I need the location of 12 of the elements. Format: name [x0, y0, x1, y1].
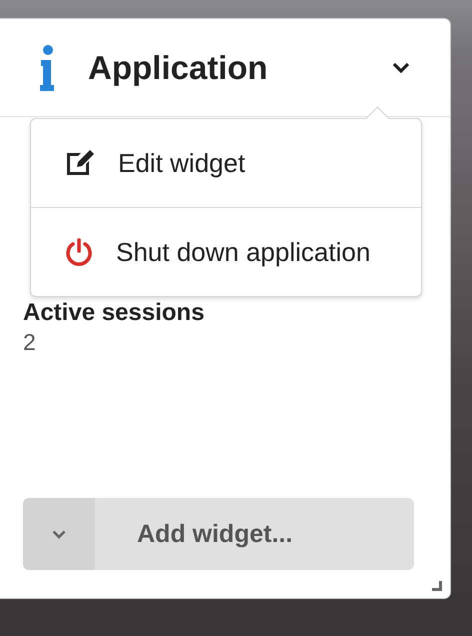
- edit-icon: [64, 148, 96, 178]
- info-icon: [40, 44, 54, 90]
- resize-handle-icon[interactable]: [432, 581, 442, 591]
- power-icon: [64, 237, 94, 267]
- menu-item[interactable]: Shut down application: [116, 236, 370, 268]
- field-label: Active sessions: [23, 299, 204, 327]
- chevron-icon: [52, 530, 66, 538]
- chevron-icon[interactable]: [392, 62, 410, 74]
- add-widget-button[interactable]: Add widget...: [23, 498, 414, 570]
- field-value: 2: [23, 329, 36, 356]
- widget-title: Application: [88, 48, 269, 86]
- menu-item[interactable]: Edit widget: [118, 148, 246, 178]
